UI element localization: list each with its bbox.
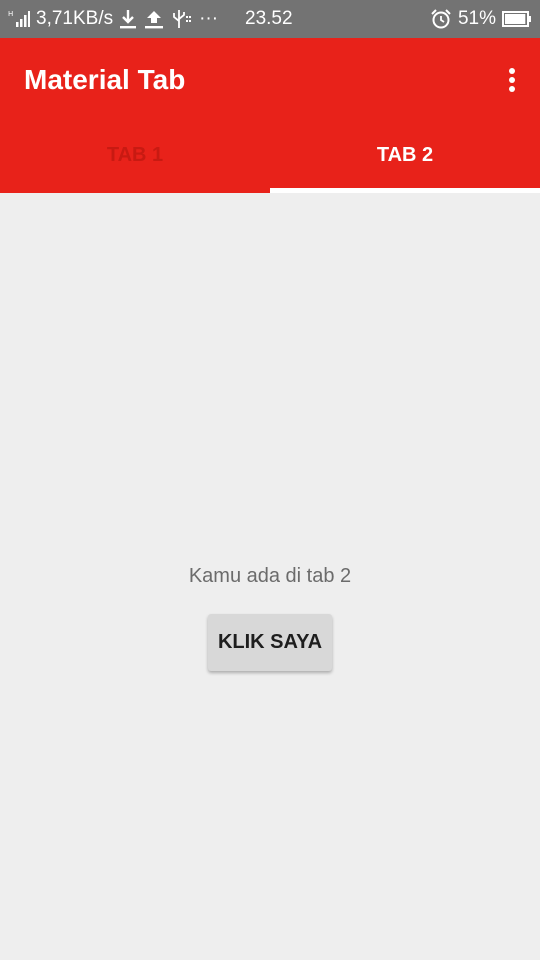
svg-text:H: H xyxy=(8,10,13,18)
signal-icon: H xyxy=(8,9,30,29)
battery-percent: 51% xyxy=(457,8,496,29)
download-icon xyxy=(119,8,137,30)
overflow-menu-icon[interactable] xyxy=(502,63,522,97)
status-left: H 3,71KB/s ··· xyxy=(8,0,218,38)
menu-dot xyxy=(509,86,515,92)
menu-dot xyxy=(509,77,515,83)
tab-bar: TAB 1 TAB 2 xyxy=(0,118,540,193)
tab-message: Kamu ada di tab 2 xyxy=(188,565,352,587)
tab-2[interactable]: TAB 2 xyxy=(270,118,540,193)
upload-icon xyxy=(143,8,165,30)
status-bar: H 3,71KB/s ··· 23.52 51% xyxy=(0,0,540,38)
tab-indicator xyxy=(270,188,540,193)
more-notifications: ··· xyxy=(199,8,219,29)
status-right: 51% xyxy=(430,0,532,38)
tab-2-label: TAB 2 xyxy=(376,144,434,166)
app-title: Material Tab xyxy=(24,64,186,95)
clock: 23.52 xyxy=(245,8,293,29)
alarm-icon xyxy=(430,8,452,30)
network-speed: 3,71KB/s xyxy=(36,8,114,29)
klik-saya-button[interactable]: KLIK SAYA xyxy=(208,614,332,671)
menu-dot xyxy=(509,68,515,74)
app-screen: H 3,71KB/s ··· 23.52 51% Material Tab TA… xyxy=(0,0,540,960)
app-bar: Material Tab TAB 1 TAB 2 xyxy=(0,38,540,193)
tab-1[interactable]: TAB 1 xyxy=(0,118,270,193)
usb-icon xyxy=(171,8,193,30)
tab-1-label: TAB 1 xyxy=(106,144,164,166)
battery-icon xyxy=(502,10,532,28)
